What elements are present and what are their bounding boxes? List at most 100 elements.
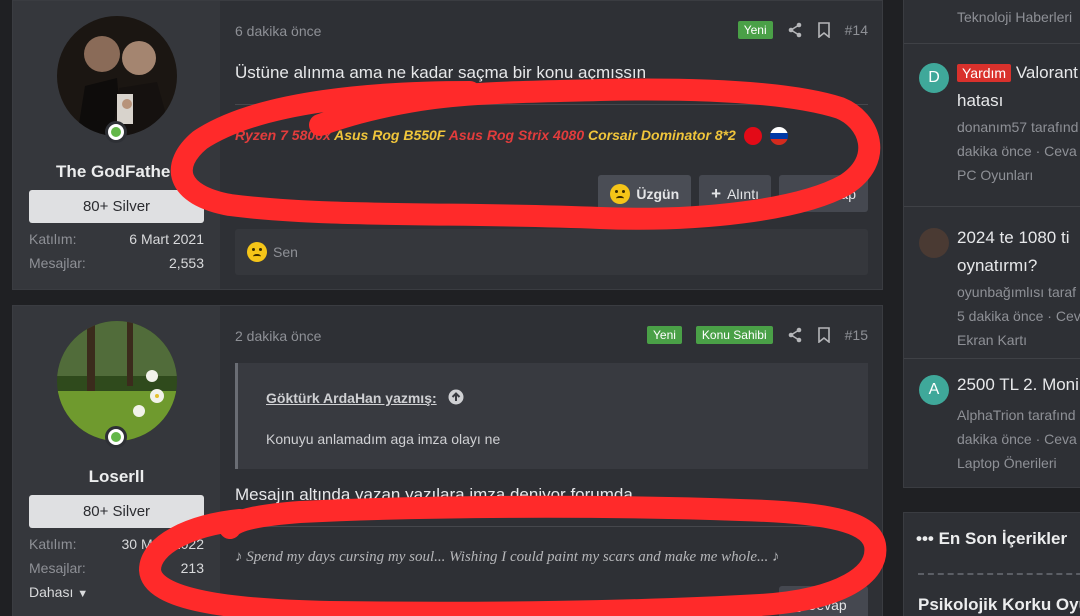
joined-stat: Katılım: 30 Mart 2022 bbox=[29, 536, 204, 552]
post-message: Üstüne alınma ama ne kadar saçma bir kon… bbox=[235, 63, 647, 82]
username[interactable]: The GodFather bbox=[13, 162, 220, 182]
quote-label: Alıntı bbox=[727, 185, 759, 202]
divider bbox=[904, 358, 1080, 359]
signature-part: Corsair Dominator 8*2 bbox=[588, 127, 736, 143]
plus-icon: + bbox=[711, 183, 722, 203]
help-tag: Yardım bbox=[957, 64, 1012, 82]
post-number[interactable]: #14 bbox=[845, 22, 868, 38]
signature-part: Asus Rog Strix 4080 bbox=[448, 127, 585, 143]
item-title-line2[interactable]: oynatırmı? bbox=[957, 256, 1037, 276]
quote-block: Göktürk ArdaHan yazmış: Konuyu anlamadım… bbox=[235, 363, 868, 469]
item-title-line2[interactable]: hatası bbox=[957, 91, 1003, 111]
avatar[interactable] bbox=[57, 16, 177, 136]
share-icon[interactable] bbox=[787, 327, 803, 343]
sad-emoji-icon bbox=[610, 183, 631, 204]
item-time: dakika önce · Ceva bbox=[957, 143, 1077, 159]
item-author: oyunbağımlısı taraf bbox=[957, 284, 1077, 300]
reply-label: Cevap bbox=[806, 596, 847, 613]
avatar[interactable]: D bbox=[919, 63, 949, 93]
signature-part: Asus Rog B550F bbox=[334, 127, 446, 143]
reactions-bar[interactable]: Sen bbox=[235, 229, 868, 275]
joined-stat: Katılım: 6 Mart 2021 bbox=[29, 231, 204, 247]
quote-author[interactable]: Göktürk ArdaHan yazmış: bbox=[266, 390, 437, 406]
messages-label: Mesajlar: bbox=[29, 560, 86, 576]
caret-down-icon: ▼ bbox=[77, 588, 89, 600]
quote-text: Konuyu anlamadım aga imza olayı ne bbox=[266, 431, 501, 447]
react-label: Üzgün bbox=[636, 185, 680, 202]
item-time: 5 dakika önce · Cev bbox=[957, 308, 1080, 324]
post-number[interactable]: #15 bbox=[845, 327, 868, 343]
thread-owner-badge: Konu Sahibi bbox=[695, 326, 773, 344]
joined-label: Katılım: bbox=[29, 536, 77, 552]
new-badge: Yeni bbox=[647, 326, 682, 344]
item-title[interactable]: 2500 TL 2. Moni bbox=[957, 375, 1079, 395]
widget-heading: ••• En Son İçerikler bbox=[916, 529, 1067, 549]
item-forum[interactable]: Teknoloji Haberleri bbox=[957, 5, 1072, 29]
quote-button[interactable]: + Alıntı bbox=[699, 175, 771, 212]
signature-part: Ryzen 7 5800x bbox=[235, 127, 331, 143]
item-forum[interactable]: Ekran Kartı bbox=[957, 328, 1027, 352]
post-message: Mesajın altında yazan yazılara imza deni… bbox=[235, 485, 633, 504]
dashed-divider bbox=[918, 573, 1080, 575]
more-toggle[interactable]: Dahası ▼ bbox=[29, 584, 88, 600]
widget-heading-text: En Son İçerikler bbox=[938, 529, 1068, 548]
more-dots-icon: ••• bbox=[916, 529, 934, 548]
reactions-text: Sen bbox=[273, 244, 298, 260]
post-buttons: Üzgün + Alıntı Cevap bbox=[598, 175, 868, 212]
sad-emoji-icon bbox=[247, 242, 267, 262]
avatar[interactable] bbox=[919, 228, 949, 258]
reply-label: Cevap bbox=[815, 185, 856, 202]
post-buttons: ▚ Cevap bbox=[779, 586, 868, 616]
new-badge: Yeni bbox=[737, 21, 773, 39]
joined-value: 6 Mart 2021 bbox=[129, 231, 204, 247]
post-body: 2 dakika önce Yeni Konu Sahibi #15 Göktü… bbox=[220, 306, 882, 616]
latest-content-widget: ••• En Son İçerikler Psikolojik Korku Oy… bbox=[903, 512, 1080, 616]
messages-value: 213 bbox=[180, 560, 204, 576]
messages-value: 2,553 bbox=[168, 255, 204, 271]
signature: Ryzen 7 5800x Asus Rog B550F Asus Rog St… bbox=[235, 127, 788, 146]
reply-button[interactable]: ▚ Cevap bbox=[779, 586, 868, 616]
item-title[interactable]: Yardım Valorant bbox=[957, 63, 1078, 83]
post-15: Loserll 80+ Silver Katılım: 30 Mart 2022… bbox=[12, 305, 883, 616]
post-actions: Yeni #14 bbox=[737, 21, 868, 39]
item-forum[interactable]: Laptop Önerileri bbox=[957, 451, 1057, 475]
signature-divider bbox=[235, 526, 868, 527]
avatar[interactable]: A bbox=[919, 375, 949, 405]
russia-flag-icon bbox=[769, 127, 788, 146]
user-rank-badge: 80+ Silver bbox=[29, 190, 204, 223]
post-time[interactable]: 6 dakika önce bbox=[235, 23, 321, 39]
user-panel: Loserll 80+ Silver Katılım: 30 Mart 2022… bbox=[13, 306, 220, 616]
item-title[interactable]: 2024 te 1080 ti bbox=[957, 228, 1069, 248]
item-author: donanım57 tarafınd bbox=[957, 119, 1079, 135]
divider bbox=[904, 206, 1080, 207]
react-sad-button[interactable]: Üzgün bbox=[598, 175, 692, 212]
online-status-icon bbox=[105, 121, 127, 143]
bookmark-icon[interactable] bbox=[817, 327, 831, 343]
messages-label: Mesajlar: bbox=[29, 255, 86, 271]
item-author: AlphaTrion tarafınd bbox=[957, 407, 1076, 423]
latest-item[interactable]: Psikolojik Korku Oyu bbox=[918, 595, 1080, 615]
username[interactable]: Loserll bbox=[13, 467, 220, 487]
online-status-icon bbox=[105, 426, 127, 448]
reply-button[interactable]: Cevap bbox=[779, 175, 868, 212]
signature: ♪ Spend my days cursing my soul... Wishi… bbox=[235, 549, 780, 565]
avatar[interactable] bbox=[57, 321, 177, 441]
post-14: The GodFather 80+ Silver Katılım: 6 Mart… bbox=[12, 0, 883, 290]
post-time[interactable]: 2 dakika önce bbox=[235, 328, 321, 344]
user-panel: The GodFather 80+ Silver Katılım: 6 Mart… bbox=[13, 1, 220, 289]
share-icon[interactable] bbox=[787, 22, 803, 38]
messages-stat: Mesajlar: 213 bbox=[29, 560, 204, 576]
arrow-up-circle-icon[interactable] bbox=[448, 389, 464, 405]
messages-stat: Mesajlar: 2,553 bbox=[29, 255, 204, 271]
new-threads-widget: Teknoloji Haberleri D Yardım Valorant ha… bbox=[903, 0, 1080, 488]
user-rank-badge: 80+ Silver bbox=[29, 495, 204, 528]
bookmark-icon[interactable] bbox=[817, 22, 831, 38]
item-forum[interactable]: PC Oyunları bbox=[957, 163, 1033, 187]
joined-label: Katılım: bbox=[29, 231, 77, 247]
signature-divider bbox=[235, 104, 868, 105]
joined-value: 30 Mart 2022 bbox=[121, 536, 205, 552]
item-time: dakika önce · Ceva bbox=[957, 431, 1077, 447]
turkey-flag-icon bbox=[743, 127, 762, 146]
post-actions: Yeni Konu Sahibi #15 bbox=[647, 326, 868, 344]
item-title-text: Valorant bbox=[1015, 63, 1078, 82]
